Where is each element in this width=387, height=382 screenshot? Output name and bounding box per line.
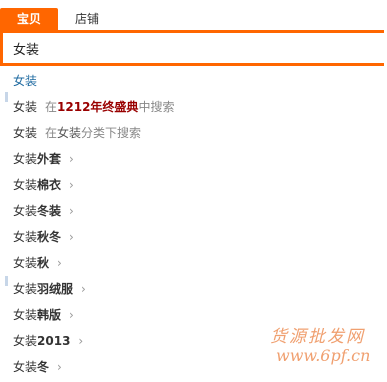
category-name: 女装	[57, 126, 82, 140]
suggestion-base: 女装	[13, 282, 38, 296]
tab-shops[interactable]: 店铺	[62, 8, 112, 30]
suggestion-item[interactable]: 女装冬 ›	[5, 354, 375, 380]
suggestion-suffix: 中搜索	[138, 100, 175, 114]
suggestion-completion: 秋	[37, 256, 50, 270]
event-name: 1212年终盛典	[57, 100, 139, 114]
suggestion-item[interactable]: 女装2013 ›	[5, 328, 375, 354]
suggestion-item-event[interactable]: 女装 在1212年终盛典中搜索	[5, 94, 375, 120]
suggestion-completion: 2013	[37, 334, 71, 348]
suggestion-item[interactable]: 女装羽绒服 ›	[5, 276, 375, 302]
suggestion-completion: 冬装	[37, 204, 62, 218]
search-box	[0, 30, 384, 66]
suggestion-base: 女装	[13, 334, 38, 348]
tab-items[interactable]: 宝贝	[0, 8, 58, 30]
suggestion-completion: 冬	[37, 360, 50, 374]
suggestion-item-category[interactable]: 女装 在女装分类下搜索	[5, 120, 375, 146]
search-tabs: 宝贝 店铺	[0, 0, 387, 30]
suggestion-completion: 秋冬	[37, 230, 62, 244]
chevron-right-icon: ›	[69, 152, 74, 166]
chevron-right-icon: ›	[69, 178, 74, 192]
search-input[interactable]	[13, 37, 373, 59]
suggestion-dropdown: 女装 女装 在1212年终盛典中搜索 女装 在女装分类下搜索 女装外套 › 女装棉衣 ›…	[5, 66, 387, 382]
chevron-right-icon: ›	[57, 256, 62, 270]
chevron-right-icon: ›	[57, 360, 62, 374]
suggestion-base: 女装	[13, 152, 38, 166]
suggestion-completion: 韩版	[37, 308, 62, 322]
suggestion-completion: 羽绒服	[37, 282, 74, 296]
suggestion-item[interactable]: 女装冬装 ›	[5, 198, 375, 224]
suggestion-base: 女装	[13, 360, 38, 374]
suggestion-item[interactable]: 女装外套 ›	[5, 146, 375, 172]
suggestion-prefix: 在	[45, 100, 58, 114]
suggestion-suffix: 分类下搜索	[81, 126, 142, 140]
suggestion-base: 女装	[13, 308, 38, 322]
suggestion-completion: 棉衣	[37, 178, 62, 192]
suggestion-keyword: 女装	[13, 126, 38, 140]
chevron-right-icon: ›	[69, 230, 74, 244]
suggestion-prefix: 在	[45, 126, 58, 140]
chevron-right-icon: ›	[78, 334, 84, 348]
chevron-right-icon: ›	[69, 308, 74, 322]
suggestion-completion: 外套	[37, 152, 62, 166]
chevron-right-icon: ›	[69, 204, 74, 218]
suggestion-item[interactable]: 女装韩版 ›	[5, 302, 375, 328]
suggestion-item[interactable]: 女装棉衣 ›	[5, 172, 375, 198]
suggestion-item[interactable]: 女装秋 ›	[5, 250, 375, 276]
suggestion-item[interactable]: 女装秋冬 ›	[5, 224, 375, 250]
suggestion-base: 女装	[13, 204, 38, 218]
suggestion-base: 女装	[13, 230, 38, 244]
suggestion-keyword: 女装	[13, 100, 38, 114]
suggestion-base: 女装	[13, 178, 38, 192]
chevron-right-icon: ›	[81, 282, 86, 296]
suggestion-base: 女装	[13, 256, 38, 270]
suggestion-item-primary[interactable]: 女装	[5, 68, 375, 94]
suggestion-item-text: 女装	[13, 74, 38, 88]
